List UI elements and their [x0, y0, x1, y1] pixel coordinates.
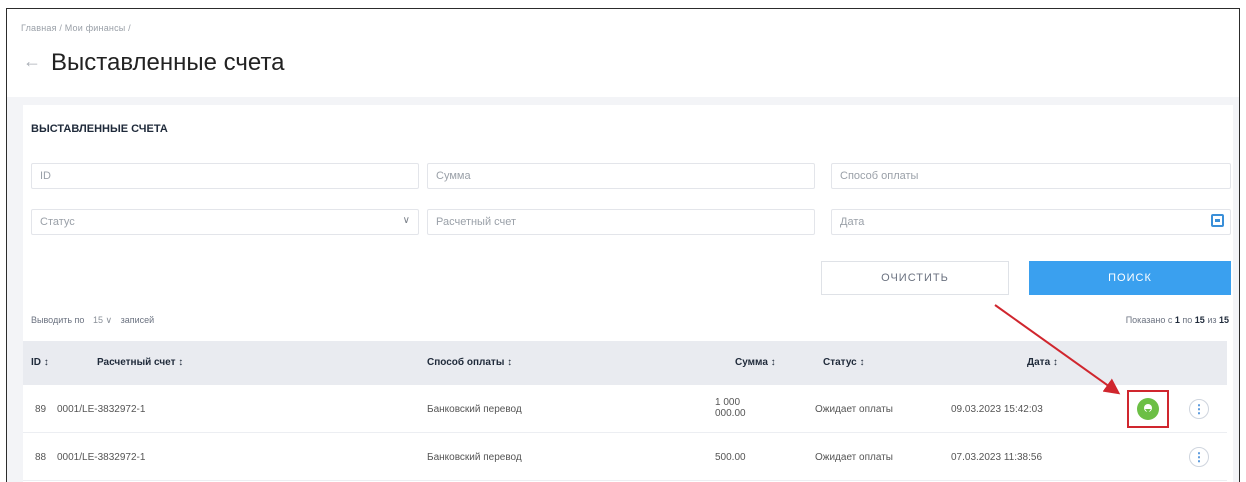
table-row: 88 0001/LE-3832972-1 Банковский перевод …	[23, 433, 1227, 481]
invoices-card: ВЫСТАВЛЕННЫЕ СЧЕТА ID Сумма Способ оплат…	[23, 105, 1233, 482]
column-header-account[interactable]: Расчетный счет ↕	[97, 357, 183, 368]
status-filter-select[interactable]: Статус ∨	[31, 209, 419, 235]
table-row: 89 0001/LE-3832972-1 Банковский перевод …	[23, 385, 1227, 433]
page-header: Главная / Мои финансы / ← Выставленные с…	[7, 9, 1239, 97]
amount-filter-input[interactable]: Сумма	[427, 163, 815, 189]
column-header-date[interactable]: Дата ↕	[1027, 357, 1058, 368]
per-page-suffix: записей	[120, 315, 155, 325]
per-page-select[interactable]: 15 ∨	[93, 315, 112, 325]
back-arrow-icon[interactable]: ←	[23, 52, 41, 70]
more-actions-button[interactable]: ⋮	[1189, 399, 1209, 419]
cell-status: Ожидает оплаты	[815, 452, 893, 463]
cell-amount-line1: 1 000	[715, 397, 741, 408]
cell-id: 88	[35, 452, 47, 463]
per-page-control: Выводить по 15 ∨ записей	[31, 315, 154, 326]
cell-amount-line2: 000.00	[715, 408, 746, 419]
breadcrumb[interactable]: Главная / Мои финансы /	[21, 23, 131, 33]
shown-to-word: по	[1182, 315, 1193, 325]
page-title: Выставленные счета	[51, 49, 285, 76]
cell-date: 09.03.2023 15:42:03	[951, 404, 1043, 415]
shown-of-word: из	[1207, 315, 1217, 325]
date-filter-placeholder: Дата	[840, 216, 865, 228]
shown-prefix: Показано с	[1125, 315, 1173, 325]
cell-account: 0001/LE-3832972-1	[57, 452, 146, 463]
column-header-id[interactable]: ID ↕	[31, 357, 49, 368]
shown-from: 1	[1174, 315, 1180, 325]
payment-method-filter-input[interactable]: Способ оплаты	[831, 163, 1231, 189]
clear-button[interactable]: ОЧИСТИТЬ	[821, 261, 1009, 295]
app-frame: Главная / Мои финансы / ← Выставленные с…	[6, 8, 1240, 482]
date-filter-input[interactable]: Дата	[831, 209, 1231, 235]
cell-amount: 1 000 000.00	[715, 397, 746, 419]
id-filter-placeholder: ID	[40, 170, 51, 182]
cell-status: Ожидает оплаты	[815, 404, 893, 415]
id-filter-input[interactable]: ID	[31, 163, 419, 189]
cell-amount: 500.00	[715, 452, 746, 463]
payment-method-placeholder: Способ оплаты	[840, 170, 919, 182]
shown-total: 15	[1218, 315, 1229, 325]
shown-to: 15	[1194, 315, 1205, 325]
download-icon[interactable]	[1137, 398, 1159, 420]
account-filter-placeholder: Расчетный счет	[436, 216, 517, 228]
amount-filter-placeholder: Сумма	[436, 170, 471, 182]
cell-date: 07.03.2023 11:38:56	[951, 452, 1043, 463]
account-filter-input[interactable]: Расчетный счет	[427, 209, 815, 235]
status-filter-placeholder: Статус	[40, 216, 75, 228]
per-page-value: 15	[92, 315, 103, 325]
per-page-label: Выводить по	[31, 315, 85, 325]
cell-id: 89	[35, 404, 47, 415]
records-shown-info: Показано с 1 по 15 из 15	[1126, 315, 1229, 325]
column-header-method[interactable]: Способ оплаты ↕	[427, 357, 512, 368]
chevron-down-icon: ∨	[402, 215, 410, 226]
search-button[interactable]: ПОИСК	[1029, 261, 1231, 295]
cell-account: 0001/LE-3832972-1	[57, 404, 146, 415]
more-actions-button[interactable]: ⋮	[1189, 447, 1209, 467]
section-title: ВЫСТАВЛЕННЫЕ СЧЕТА	[31, 123, 168, 135]
column-header-amount[interactable]: Сумма ↕	[735, 357, 776, 368]
cell-method: Банковский перевод	[427, 404, 522, 415]
calendar-icon[interactable]	[1211, 214, 1224, 227]
column-header-status[interactable]: Статус ↕	[823, 357, 864, 368]
cell-method: Банковский перевод	[427, 452, 522, 463]
table-header: ID ↕ Расчетный счет ↕ Способ оплаты ↕ Су…	[23, 341, 1227, 385]
